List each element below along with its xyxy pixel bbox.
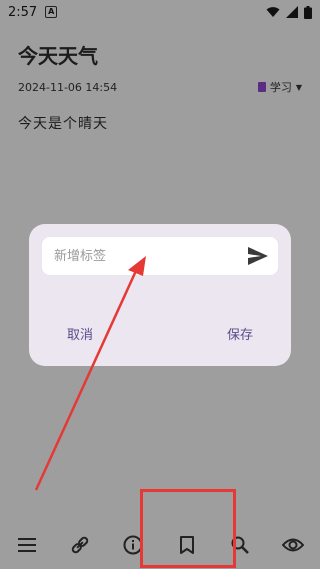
note-meta-row: 2024-11-06 14:54 学习 ▼ [18, 79, 302, 95]
add-tag-dialog: 取消 保存 [29, 224, 291, 366]
info-icon[interactable] [122, 534, 144, 556]
signal-icon [286, 6, 298, 18]
status-left: 2:57 A [8, 4, 58, 20]
battery-icon [304, 5, 312, 19]
caret-down-icon: ▼ [295, 82, 302, 92]
status-right [266, 5, 312, 19]
note-datetime: 2024-11-06 14:54 [18, 80, 118, 94]
bookmark-icon[interactable] [176, 534, 198, 556]
menu-icon[interactable] [16, 534, 38, 556]
link-icon[interactable] [69, 534, 91, 556]
category-label: 学习 [269, 81, 292, 94]
search-icon[interactable] [229, 534, 251, 556]
cancel-button[interactable]: 取消 [67, 324, 93, 343]
send-icon[interactable] [248, 246, 268, 266]
wifi-icon [266, 7, 280, 17]
notebook-icon [257, 82, 266, 92]
tag-input[interactable] [52, 247, 236, 265]
status-bar: 2:57 A [0, 0, 320, 24]
bottom-toolbar [0, 521, 320, 569]
status-time: 2:57 [8, 4, 38, 20]
app-notification-icon: A [45, 6, 58, 18]
note-content[interactable]: 今天是个晴天 [18, 113, 108, 133]
note-title[interactable]: 今天天气 [18, 40, 98, 69]
category-selector[interactable]: 学习 ▼ [257, 79, 302, 95]
save-button[interactable]: 保存 [227, 324, 253, 343]
eye-icon[interactable] [282, 534, 305, 556]
tag-input-container[interactable] [42, 237, 278, 275]
